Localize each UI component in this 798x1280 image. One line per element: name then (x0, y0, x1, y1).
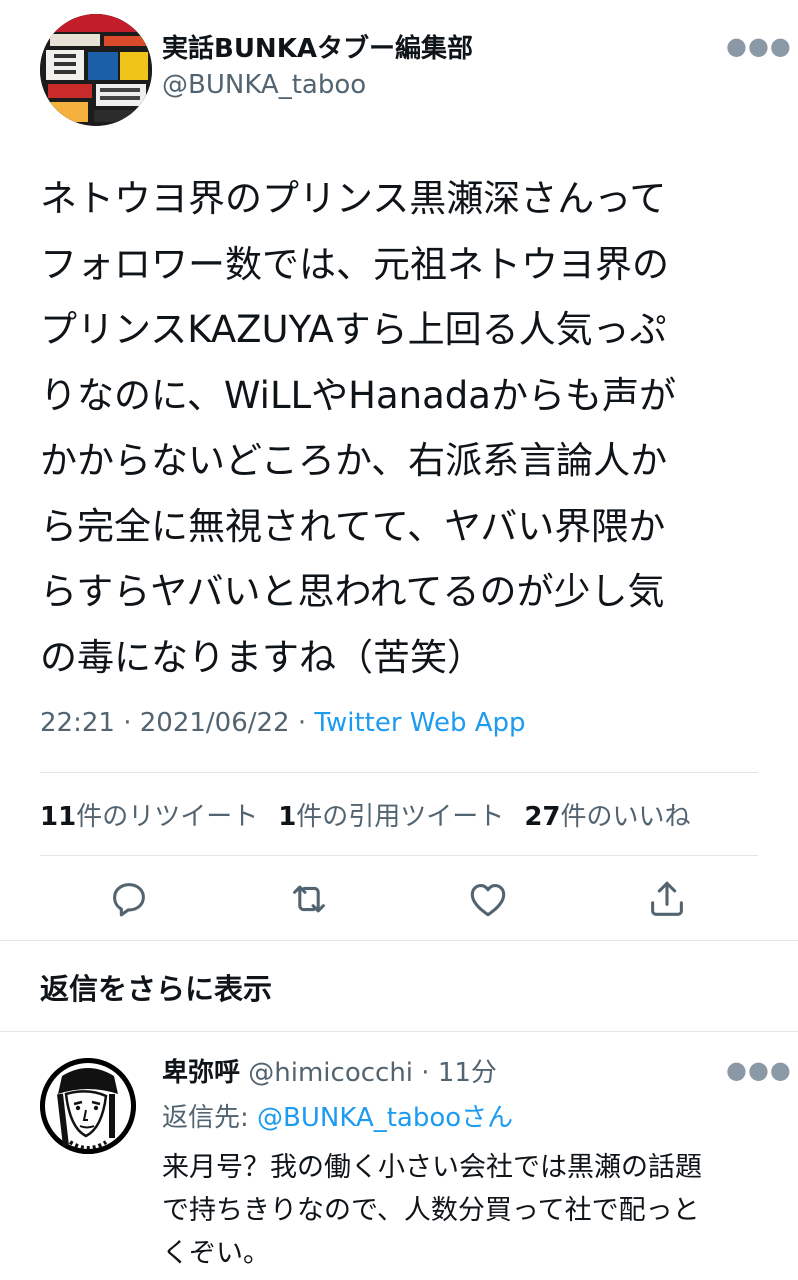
reply-to-handle: @BUNKA_taboo (257, 1103, 462, 1133)
divider (40, 772, 758, 773)
likes-count: 27 (524, 802, 561, 832)
author-handle[interactable]: @BUNKA_taboo (162, 70, 366, 100)
tweet-stats: 11件のリツイート 1件の引用ツイート 27件のいいね (40, 796, 691, 833)
reply-to-mention[interactable]: @BUNKA_tabooさん (257, 1103, 513, 1133)
retweets-label: 件のリツイート (76, 802, 259, 832)
more-horizontal-icon[interactable]: ●●● (726, 1056, 792, 1084)
author-display-name[interactable]: 実話BUNKAタブー編集部 (162, 28, 473, 65)
tweet-meta: 22:21 · 2021/06/22 · Twitter Web App (40, 708, 526, 738)
show-more-replies-button[interactable]: 返信をさらに表示 (40, 966, 272, 1008)
like-icon[interactable] (465, 876, 511, 922)
reply-icon[interactable] (106, 876, 152, 922)
divider (0, 1031, 798, 1032)
reply-text: 来月号？我の働く小さい会社では黒瀬の話題 で持ちきりなので、人数分買って社で配っ… (162, 1152, 702, 1269)
divider (0, 940, 798, 941)
quotes-label: 件の引用ツイート (296, 802, 505, 832)
reply-author-name[interactable]: 卑弥呼 (162, 1058, 240, 1088)
divider (40, 855, 758, 856)
meta-separator: · (123, 708, 132, 738)
quotes-stat[interactable]: 1件の引用ツイート (278, 796, 504, 833)
share-icon[interactable] (644, 876, 690, 922)
meta-separator: · (421, 1058, 430, 1088)
retweets-count: 11 (40, 802, 77, 832)
tweet-text: ネトウヨ界のプリンス黒瀬深さんって フォロワー数では、元祖ネトウヨ界の プリンス… (40, 177, 676, 679)
reply-to-line: 返信先: @BUNKA_tabooさん (162, 1097, 513, 1134)
meta-separator: · (297, 708, 307, 738)
reply-time[interactable]: 11分 (438, 1058, 497, 1088)
reply-to-label: 返信先: (162, 1103, 258, 1133)
reply-header: 卑弥呼 @himicocchi · 11分 (162, 1052, 497, 1089)
likes-label: 件のいいね (560, 802, 691, 832)
retweet-icon[interactable] (286, 876, 332, 922)
reply-author-handle[interactable]: @himicocchi (248, 1058, 413, 1088)
retweets-stat[interactable]: 11件のリツイート (40, 796, 258, 833)
tweet-time: 22:21 (40, 708, 115, 738)
author-avatar[interactable] (40, 14, 152, 126)
likes-stat[interactable]: 27件のいいね (524, 796, 690, 833)
source-app-link[interactable]: Twitter Web App (314, 708, 525, 738)
reply-to-suffix: さん (461, 1103, 514, 1133)
more-horizontal-icon[interactable]: ●●● (726, 32, 792, 60)
tweet-date: 2021/06/22 (139, 708, 290, 738)
quotes-count: 1 (278, 802, 297, 832)
reply-author-avatar[interactable] (40, 1058, 136, 1154)
